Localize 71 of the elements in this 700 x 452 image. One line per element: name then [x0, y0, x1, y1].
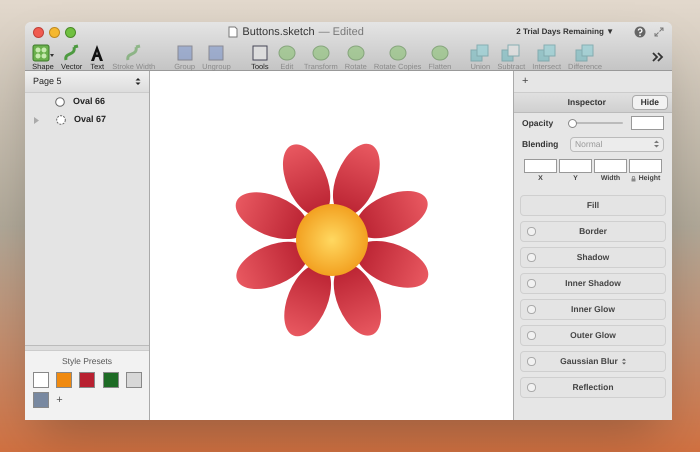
opacity-slider[interactable]: [569, 118, 624, 128]
layer-row[interactable]: Oval 67: [25, 111, 149, 129]
union-icon: [470, 44, 490, 62]
style-section-bar[interactable]: Border: [520, 220, 666, 242]
opacity-field[interactable]: [631, 116, 664, 130]
checkbox[interactable]: [527, 226, 536, 236]
checkbox[interactable]: [527, 252, 536, 262]
section-title: Reflection: [572, 380, 614, 394]
style-section-bar[interactable]: Reflection: [520, 376, 666, 398]
section-title: Border: [579, 224, 607, 238]
circle-icon: [55, 97, 65, 107]
help-icon[interactable]: [634, 26, 646, 38]
style-swatch[interactable]: [33, 392, 49, 408]
dimension-field[interactable]: [524, 159, 557, 173]
difference-icon: [575, 44, 596, 62]
letter-icon: [89, 44, 106, 62]
window-title: Buttons.sketch: [242, 24, 315, 40]
dimension-field[interactable]: [629, 159, 662, 173]
style-section-bar[interactable]: Fill: [520, 194, 666, 216]
document-icon: [228, 26, 238, 38]
shape-grid-icon: [32, 44, 54, 62]
checkbox[interactable]: [527, 304, 536, 314]
style-swatch[interactable]: [33, 372, 49, 388]
add-preset-button[interactable]: +: [56, 392, 72, 408]
section-title: Fill: [586, 198, 600, 212]
disclosure-triangle-icon[interactable]: [33, 116, 40, 124]
trial-menu[interactable]: 2 Trial Days Remaining ▼: [516, 26, 614, 38]
zoom-button[interactable]: [65, 26, 76, 38]
layer-row[interactable]: Oval 66: [25, 93, 149, 111]
layer-name: Oval 67: [74, 113, 106, 126]
hide-button[interactable]: Hide: [632, 95, 668, 110]
presets-title: Style Presets: [60, 355, 114, 368]
dashed-circle-icon: [56, 115, 66, 125]
section-title: Inner Shadow: [565, 276, 621, 290]
section-title: Gaussian Blur: [560, 354, 618, 368]
blending-label: Blending: [522, 138, 560, 150]
opacity-label: Opacity: [522, 116, 554, 130]
style-swatch[interactable]: [126, 372, 142, 388]
dimension-field[interactable]: [559, 159, 592, 173]
style-section-bar[interactable]: Gaussian Blur: [520, 350, 666, 372]
stepper-icon: [135, 77, 141, 86]
dimension-field[interactable]: [594, 159, 627, 173]
lock-icon[interactable]: [630, 176, 636, 182]
checkbox[interactable]: [527, 382, 536, 392]
style-section-bar[interactable]: Shadow: [520, 246, 666, 268]
layer-name: Oval 66: [73, 95, 106, 108]
checkbox[interactable]: [527, 356, 536, 366]
section-title: Inner Glow: [571, 302, 615, 316]
inspector-title: Inspector: [566, 96, 607, 109]
fullscreen-icon[interactable]: [654, 27, 664, 37]
stepper-icon: [654, 140, 659, 148]
checkbox[interactable]: [527, 330, 536, 340]
subtract-icon: [501, 44, 522, 62]
style-section-bar[interactable]: Inner Shadow: [520, 272, 666, 294]
section-title: Outer Glow: [570, 328, 616, 342]
style-swatch[interactable]: [79, 372, 96, 388]
edited-status: — Edited: [318, 24, 364, 40]
style-section-bar[interactable]: Outer Glow: [520, 324, 666, 346]
stepper-icon[interactable]: [622, 358, 626, 364]
minimize-button[interactable]: [49, 26, 60, 38]
page-selector[interactable]: Page 5: [25, 71, 149, 93]
intersect-icon: [536, 44, 557, 62]
close-button[interactable]: [33, 26, 44, 38]
section-title: Shadow: [576, 250, 610, 264]
style-section-bar[interactable]: Inner Glow: [520, 298, 666, 320]
add-button[interactable]: +: [522, 73, 528, 90]
style-swatch[interactable]: [102, 372, 119, 388]
style-swatch[interactable]: [56, 372, 72, 388]
overflow-chevron-icon[interactable]: [652, 52, 664, 62]
checkbox[interactable]: [527, 278, 536, 288]
slider-thumb[interactable]: [568, 118, 577, 128]
